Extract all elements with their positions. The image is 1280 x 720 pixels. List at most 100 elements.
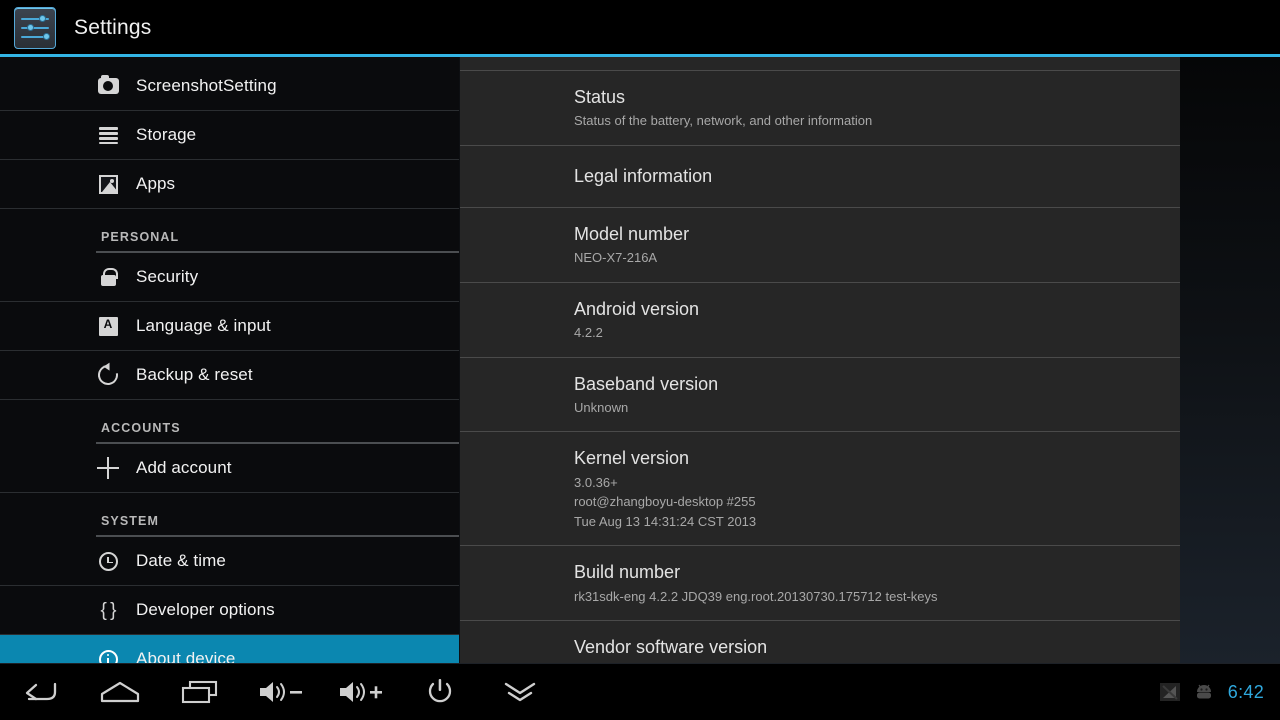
preference-content: Status Status of the battery, network, an… xyxy=(574,71,1130,145)
settings-screen: Settings ScreenshotSetting Storage Apps PER… xyxy=(0,0,1280,720)
preference-summary-line: 3.0.36+ xyxy=(574,474,618,490)
sidebar-item-label: Developer options xyxy=(136,600,275,619)
sidebar-section-accounts: ACCOUNTS xyxy=(0,400,459,444)
divider xyxy=(510,70,1129,71)
system-tray: 6:42 xyxy=(1159,664,1280,720)
preference-content: Android version 4.2.2 xyxy=(574,283,1130,357)
apps-image-icon xyxy=(96,172,120,196)
preference-summary: 4.2.2 xyxy=(574,323,1130,343)
divider xyxy=(510,144,1129,146)
sidebar-section-label: ACCOUNTS xyxy=(101,421,181,435)
content-area: ScreenshotSetting Storage Apps PERSONAL Secu… xyxy=(0,57,1280,710)
preference-title: Build number xyxy=(574,562,681,583)
sidebar-item-label: Add account xyxy=(136,458,232,477)
preference-title: Android version xyxy=(574,298,700,319)
preference-summary-line: Status of the battery, network, and othe… xyxy=(574,113,873,129)
braces-icon: { } xyxy=(100,599,117,621)
preference-title: Model number xyxy=(574,224,690,245)
sidebar-list: ScreenshotSetting Storage Apps PERSONAL Secu… xyxy=(0,62,459,663)
sidebar-item-about-device[interactable]: About device xyxy=(0,635,459,663)
settings-sidebar[interactable]: ScreenshotSetting Storage Apps PERSONAL Secu… xyxy=(0,57,459,663)
navigation-bar: 6:42 xyxy=(0,663,1280,720)
preference-title: Kernel version xyxy=(574,448,690,469)
preference-content: Kernel version 3.0.36+ root@zhangboyu-desk… xyxy=(574,432,1130,545)
preference-row[interactable]: Kernel version 3.0.36+ root@zhangboyu-desk… xyxy=(460,431,1180,545)
back-icon[interactable] xyxy=(0,664,80,720)
sidebar-item-backup-reset[interactable]: Backup & reset xyxy=(0,351,459,400)
preference-row[interactable]: Baseband version Unknown xyxy=(460,356,1180,432)
recent-apps-icon[interactable] xyxy=(160,664,240,720)
sidebar-section-system: SYSTEM xyxy=(0,493,459,537)
camera-icon xyxy=(96,74,120,98)
sidebar-item-label: Date & time xyxy=(136,551,226,570)
sidebar-item-screenshotsetting[interactable]: ScreenshotSetting xyxy=(0,62,459,111)
sidebar-item-label: Security xyxy=(136,267,199,286)
preference-summary-line: Tue Aug 13 14:31:24 CST 2013 xyxy=(574,513,757,529)
settings-sliders-icon xyxy=(14,7,56,49)
sidebar-item-label: ScreenshotSetting xyxy=(136,76,277,95)
lock-icon xyxy=(96,265,120,289)
language-icon: A xyxy=(96,314,120,338)
preference-row[interactable]: Legal information xyxy=(460,144,1180,207)
clock-icon xyxy=(96,549,120,573)
preference-content: Vendor software version2013-08-13.4.2.00… xyxy=(574,621,1130,663)
preference-title: Status xyxy=(574,87,626,107)
preference-row[interactable]: Vendor software version2013-08-13.4.2.00… xyxy=(460,620,1180,663)
sidebar-item-storage[interactable]: Storage xyxy=(0,111,459,160)
preference-summary: NEO-X7-216A xyxy=(574,248,1130,268)
sidebar-item-language-input[interactable]: A Language & input xyxy=(0,302,459,351)
background-gradient xyxy=(1180,57,1280,663)
plus-icon xyxy=(96,456,120,480)
divider xyxy=(510,356,1129,358)
preference-summary-line: rk31sdk-eng 4.2.2 JDQ39 eng.root.2013073… xyxy=(574,588,938,604)
preference-summary-line: Unknown xyxy=(574,399,629,415)
preference-summary: Unknown xyxy=(574,398,1130,418)
preference-summary-line: 4.2.2 xyxy=(574,325,603,341)
no-signal-icon[interactable] xyxy=(1159,683,1180,701)
backup-restore-icon xyxy=(94,361,122,389)
notifications-chevron-icon[interactable] xyxy=(480,664,560,720)
sidebar-item-label: Backup & reset xyxy=(136,365,253,384)
preference-content: Build number rk31sdk-eng 4.2.2 JDQ39 eng.… xyxy=(574,546,1130,620)
sidebar-item-add-account[interactable]: Add account xyxy=(0,444,459,493)
power-icon[interactable] xyxy=(400,664,480,720)
sidebar-section-label: SYSTEM xyxy=(101,514,159,528)
preference-row[interactable]: Build number rk31sdk-eng 4.2.2 JDQ39 eng.… xyxy=(460,545,1180,620)
preference-summary: 3.0.36+ root@zhangboyu-desktop #255 Tue Au… xyxy=(574,473,1130,532)
storage-icon xyxy=(96,123,120,147)
preference-row[interactable]: Status Status of the battery, network, an… xyxy=(460,70,1180,145)
info-circle-icon xyxy=(96,647,120,663)
volume-down-icon[interactable] xyxy=(240,664,320,720)
sidebar-item-apps[interactable]: Apps xyxy=(0,160,459,209)
preference-list: Status Status of the battery, network, an… xyxy=(460,57,1180,663)
sidebar-item-label: Language & input xyxy=(136,316,271,335)
sidebar-item-security[interactable]: Security xyxy=(0,253,459,302)
preference-title: Vendor software version xyxy=(574,637,768,658)
android-debug-icon[interactable] xyxy=(1194,683,1214,701)
preference-summary: rk31sdk-eng 4.2.2 JDQ39 eng.root.2013073… xyxy=(574,587,1130,607)
sidebar-item-label: About device xyxy=(136,649,236,663)
preference-summary: Status of the battery, network, and othe… xyxy=(574,111,1130,131)
sidebar-section-label: PERSONAL xyxy=(101,230,180,244)
sidebar-item-date-time[interactable]: Date & time xyxy=(0,537,459,586)
sidebar-item-label: Apps xyxy=(136,174,176,193)
preference-summary-line: NEO-X7-216A xyxy=(574,250,658,266)
preference-row[interactable]: Android version 4.2.2 xyxy=(460,281,1180,357)
title-bar: Settings xyxy=(0,0,1280,56)
divider xyxy=(510,281,1129,283)
preference-title: Legal information xyxy=(574,165,713,186)
divider xyxy=(510,207,1129,209)
preference-content: Model number NEO-X7-216A xyxy=(574,208,1130,282)
preference-content: Baseband version Unknown xyxy=(574,358,1130,432)
about-device-panel[interactable]: Status Status of the battery, network, an… xyxy=(460,57,1180,663)
sidebar-item-label: Storage xyxy=(136,125,197,144)
divider xyxy=(510,620,1129,622)
divider xyxy=(510,431,1129,433)
preference-content: Legal information xyxy=(574,146,1130,207)
status-clock[interactable]: 6:42 xyxy=(1228,682,1264,703)
volume-up-icon[interactable] xyxy=(320,664,400,720)
preference-row[interactable]: Model number NEO-X7-216A xyxy=(460,207,1180,282)
home-icon[interactable] xyxy=(80,664,160,720)
sidebar-item-developer-options[interactable]: { } Developer options xyxy=(0,586,459,635)
page-title: Settings xyxy=(74,16,152,39)
